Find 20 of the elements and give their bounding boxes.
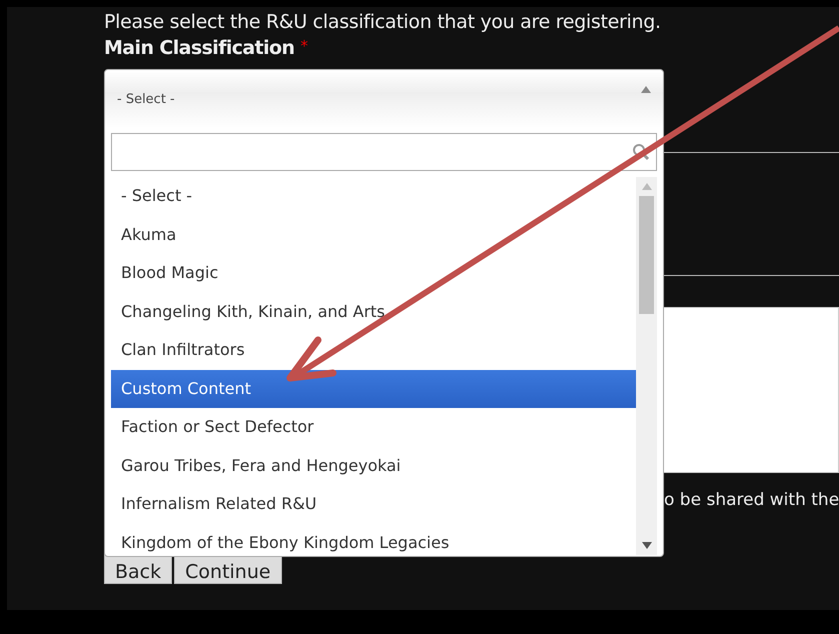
required-mark: * xyxy=(300,37,308,55)
dropdown-option[interactable]: Custom Content xyxy=(111,370,636,408)
instruction-text: Please select the R&U classification that you are registering. xyxy=(104,10,662,35)
field-label: Main Classification xyxy=(104,37,294,59)
dropdown-option[interactable]: Blood Magic xyxy=(111,254,636,292)
dropdown-option[interactable]: Changeling Kith, Kinain, and Arts xyxy=(111,292,636,331)
scrollbar-thumb[interactable] xyxy=(639,196,654,314)
scroll-down-icon[interactable] xyxy=(642,542,652,549)
scrollbar[interactable] xyxy=(636,177,657,555)
search-field[interactable] xyxy=(111,133,657,171)
dropdown-option[interactable]: Akuma xyxy=(111,216,636,254)
dropdown-option[interactable]: Faction or Sect Defector xyxy=(111,408,636,446)
dropdown-option[interactable]: Clan Infiltrators xyxy=(111,331,636,370)
search-icon xyxy=(632,143,650,161)
dropdown-option[interactable]: Garou Tribes, Fera and Hengeyokai xyxy=(111,446,636,485)
scroll-up-icon[interactable] xyxy=(642,183,652,190)
partial-text: o be shared with the xyxy=(664,490,839,510)
dropdown-option[interactable]: Infernalism Related R&U xyxy=(111,485,636,524)
dropdown-option[interactable]: - Select - xyxy=(111,177,636,216)
caret-icon xyxy=(641,86,651,92)
